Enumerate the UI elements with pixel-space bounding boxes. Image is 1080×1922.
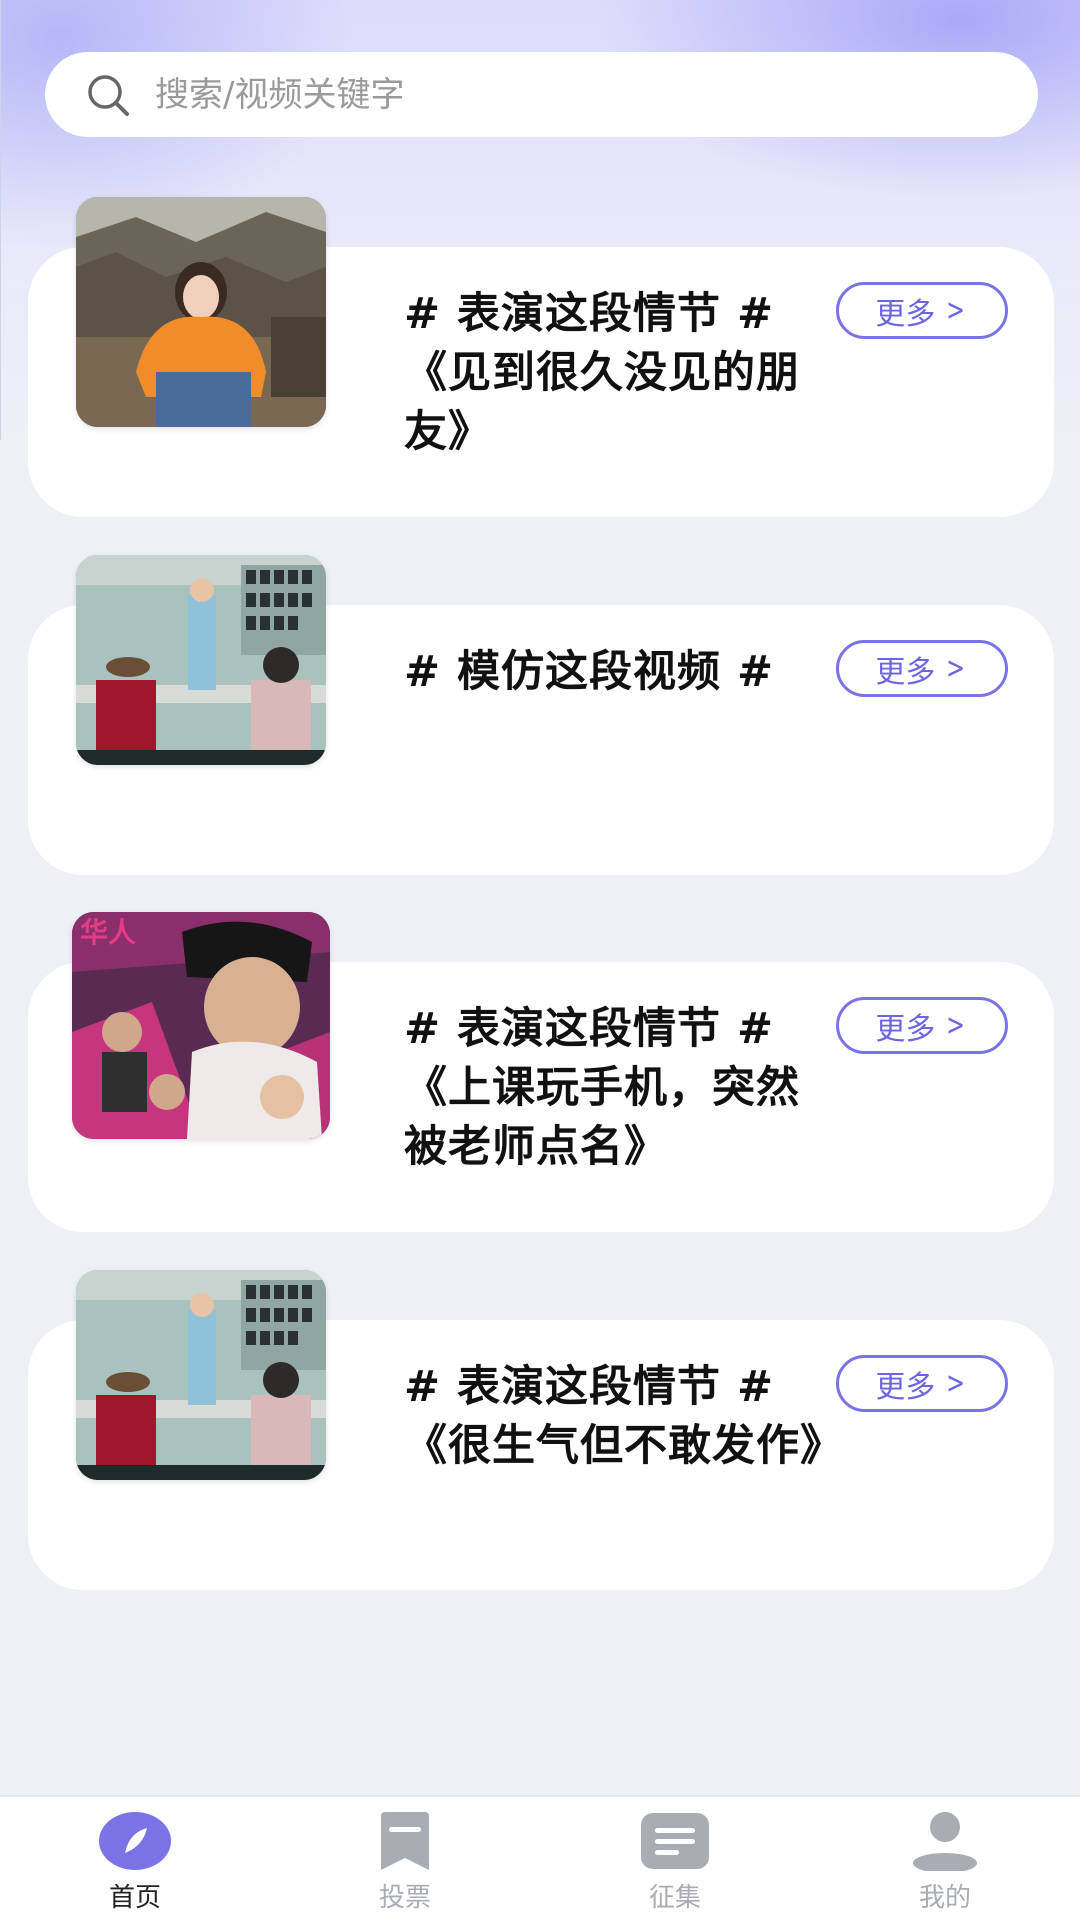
more-button[interactable]: 更多 > [836,640,1008,697]
search-icon [85,72,131,118]
more-button[interactable]: 更多 > [836,282,1008,339]
vote-icon [369,1811,441,1871]
card-title: # 表演这段情节 #《见到很久没见的朋友》 [404,289,800,457]
card-title: # 表演这段情节 #《上课玩手机，突然被老师点名》 [404,1004,800,1172]
topic-card[interactable]: # 表演这段情节 #《见到很久没见的朋友》 更多 > [28,197,1054,517]
card-thumbnail[interactable] [76,197,326,427]
card-title: # 模仿这段视频 # [404,647,774,697]
search-bar[interactable] [45,52,1038,137]
nav-label: 首页 [108,1883,161,1913]
search-input[interactable] [153,73,957,116]
card-thumbnail[interactable] [76,1270,326,1480]
chevron-right-icon: > [946,293,966,328]
nav-label: 投票 [378,1883,431,1913]
topic-card[interactable]: 华人 # 表演这段情节 #《上课玩手机，突然被老师点名》 更多 > [28,912,1054,1232]
card-title: # 表演这段情节 #《很生气但不敢发作》 [404,1362,824,1471]
chevron-right-icon: > [946,1366,966,1401]
nav-label: 我的 [918,1883,971,1913]
svg-text:华人: 华人 [80,916,136,949]
more-button[interactable]: 更多 > [836,1355,1008,1412]
topic-card[interactable]: # 表演这段情节 #《很生气但不敢发作》 更多 > [28,1270,1054,1590]
home-icon [99,1811,171,1871]
chevron-right-icon: > [946,1008,966,1043]
chevron-right-icon: > [946,651,966,686]
nav-item-collect[interactable]: 征集 [540,1797,810,1922]
topic-card[interactable]: # 模仿这段视频 # 更多 > [28,555,1054,875]
more-button[interactable]: 更多 > [836,997,1008,1054]
card-thumbnail[interactable] [76,555,326,765]
nav-item-vote[interactable]: 投票 [270,1797,540,1922]
profile-icon [909,1811,981,1871]
more-button-label: 更多 [875,1369,936,1405]
divider [0,0,1,440]
nav-label: 征集 [648,1883,701,1913]
nav-item-profile[interactable]: 我的 [810,1797,1080,1922]
collect-icon [639,1811,711,1871]
bottom-nav: 首页 投票 征集 我的 [0,1795,1080,1922]
more-button-label: 更多 [875,654,936,690]
more-button-label: 更多 [875,1011,936,1047]
card-thumbnail[interactable]: 华人 [72,912,330,1139]
nav-item-home[interactable]: 首页 [0,1797,270,1922]
more-button-label: 更多 [875,296,936,332]
